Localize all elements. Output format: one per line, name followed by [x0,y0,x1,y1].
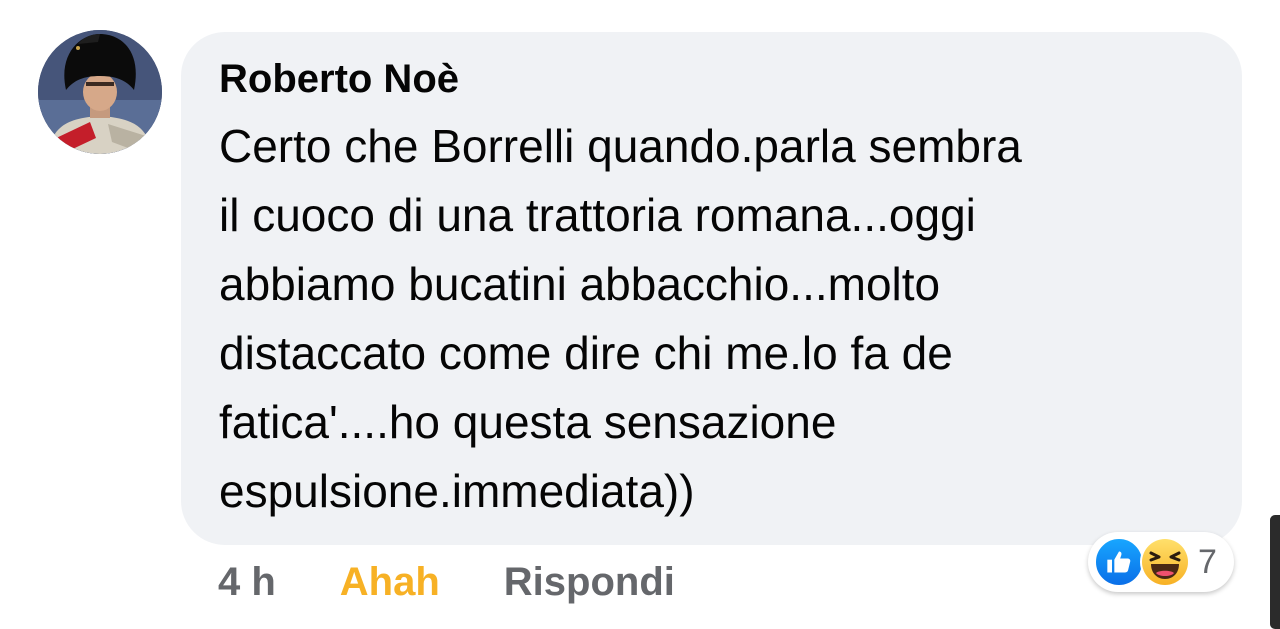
comment: Roberto Noè Certo che Borrelli quando.pa… [0,0,1280,629]
comment-text: Certo che Borrelli quando.parla sembra i… [219,112,1202,526]
avatar-image [38,30,162,154]
comment-text-line: fatica'....ho questa sensazione [219,396,837,448]
comment-timestamp[interactable]: 4 h [218,560,276,605]
comment-text-line: abbiamo bucatini abbacchio...molto [219,258,941,310]
comment-actions: 4 h Ahah Rispondi [218,556,675,608]
avatar[interactable] [38,30,162,154]
reaction-button[interactable]: Ahah [340,560,440,605]
comment-text-line: distaccato come dire chi me.lo fa de [219,327,953,379]
scrollbar[interactable] [1270,515,1280,629]
haha-icon [1140,537,1190,587]
comment-text-line: espulsione.immediata)) [219,465,695,517]
like-icon [1094,537,1144,587]
reaction-count: 7 [1198,542,1217,581]
comment-text-line: il cuoco di una trattoria romana...oggi [219,189,976,241]
comment-bubble: Roberto Noè Certo che Borrelli quando.pa… [181,32,1242,545]
comment-text-line: Certo che Borrelli quando.parla sembra [219,120,1022,172]
reply-button[interactable]: Rispondi [504,560,675,605]
comment-author[interactable]: Roberto Noè [219,54,1202,104]
reactions-summary[interactable]: 7 [1088,532,1234,592]
